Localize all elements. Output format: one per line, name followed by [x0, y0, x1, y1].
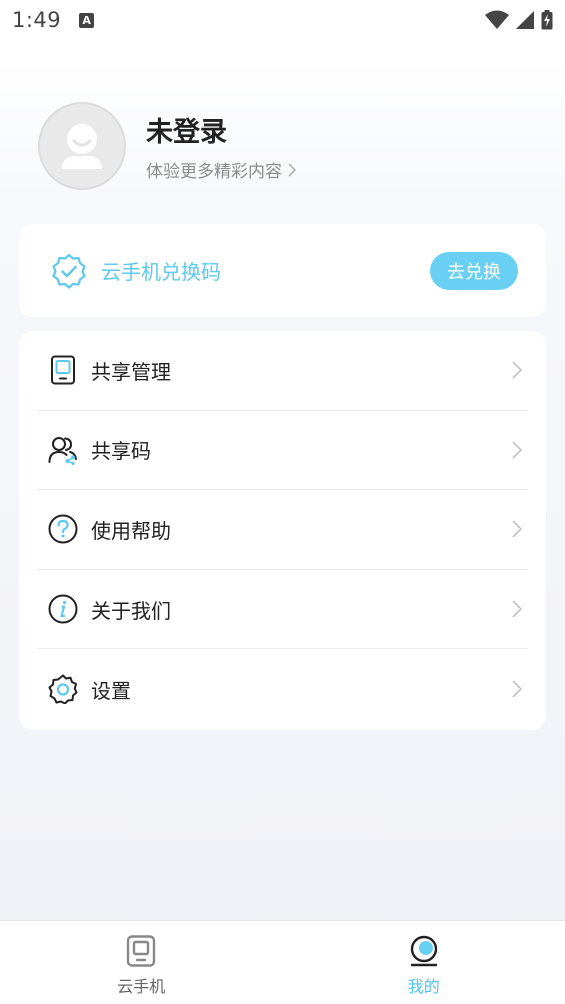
menu-item-label: 共享管理: [91, 359, 171, 384]
chevron-right-icon: [512, 520, 522, 539]
status-left: 1:49 A: [12, 8, 95, 32]
menu-item-label: 使用帮助: [91, 518, 171, 543]
menu-item-label: 设置: [91, 678, 131, 703]
gear-icon: [48, 674, 78, 705]
help-icon: [48, 514, 78, 544]
verified-badge-icon: [52, 253, 86, 289]
redeem-button[interactable]: 去兑换: [430, 251, 518, 290]
profile-subtitle-link[interactable]: 体验更多精彩内容: [146, 157, 296, 182]
status-time: 1:49: [12, 8, 62, 32]
chevron-right-icon: [512, 361, 522, 379]
tablet-icon: [48, 355, 78, 385]
default-avatar-icon: [62, 124, 102, 169]
tab-mine[interactable]: 我的: [283, 921, 565, 1004]
tablet-icon: [127, 935, 156, 967]
redeem-label: 云手机兑换码: [101, 260, 221, 284]
status-bar: 1:49 A: [0, 0, 565, 40]
screen: 1:49 A 未登录 体验更多精彩内容 云手机兑换码 去兑换 共享管理 共享码 …: [0, 0, 565, 1004]
profile-subtitle: 体验更多精彩内容: [146, 162, 282, 182]
bottom-nav: 云手机 我的: [0, 920, 565, 1004]
info-icon: [48, 594, 78, 624]
tab-label: 我的: [407, 977, 440, 996]
wifi-icon: [485, 10, 509, 29]
notification-icon: A: [79, 12, 95, 28]
menu-item-about[interactable]: 关于我们: [37, 570, 528, 650]
profile-header[interactable]: 未登录 体验更多精彩内容: [38, 102, 296, 190]
menu-item-label: 共享码: [91, 439, 151, 464]
menu-item-label: 关于我们: [91, 598, 171, 623]
profile-text: 未登录 体验更多精彩内容: [146, 110, 296, 182]
tab-label: 云手机: [117, 977, 166, 996]
chevron-right-icon: [512, 680, 522, 698]
menu-item-settings[interactable]: 设置: [37, 649, 528, 729]
redeem-card: 云手机兑换码 去兑换: [19, 224, 546, 317]
users-share-icon: [48, 435, 78, 465]
menu-item-help[interactable]: 使用帮助: [37, 490, 528, 570]
chevron-right-icon: [512, 441, 522, 459]
menu-card: 共享管理 共享码 使用帮助 关于我们 设置: [19, 331, 546, 730]
status-right: [485, 10, 553, 30]
chevron-right-icon: [288, 162, 296, 177]
avatar[interactable]: [38, 102, 126, 190]
menu-item-share-management[interactable]: 共享管理: [37, 331, 528, 411]
battery-icon: [541, 10, 553, 30]
chevron-right-icon: [512, 600, 522, 618]
profile-name: 未登录: [146, 117, 227, 148]
signal-icon: [516, 11, 534, 29]
menu-item-share-code[interactable]: 共享码: [37, 411, 528, 491]
profile-icon: [410, 935, 437, 967]
tab-cloud-phone[interactable]: 云手机: [0, 921, 283, 1004]
